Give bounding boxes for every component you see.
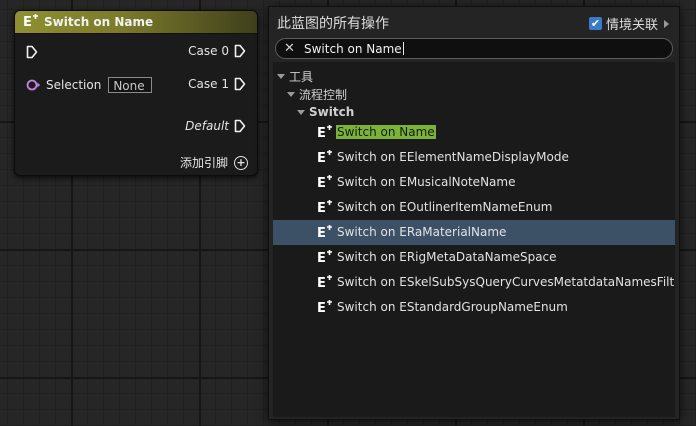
switch-enum-icon: E [317, 200, 333, 217]
list-item[interactable]: E Switch on ESkelSubSysQueryCurvesMetatd… [273, 270, 675, 295]
exec-pin-icon [234, 44, 246, 58]
category-tools[interactable]: 工具 [277, 67, 313, 85]
switch-enum-icon: E [317, 125, 333, 142]
svg-text:E: E [317, 126, 326, 139]
add-circle-icon: + [234, 155, 248, 170]
case-0-label: Case 0 [188, 44, 229, 58]
svg-text:E: E [23, 15, 32, 28]
exec-pin-icon [234, 119, 246, 133]
svg-text:E: E [317, 176, 326, 189]
add-pin-label: 添加引脚 [179, 156, 228, 170]
category-label: 流程控制 [299, 87, 348, 102]
text-caret [402, 42, 404, 55]
node-title: Switch on Name [44, 15, 154, 29]
item-label: Switch on ERigMetaDataNameSpace [337, 250, 557, 264]
list-item[interactable]: E Switch on Name [273, 120, 675, 145]
search-text[interactable]: Switch on Name [304, 42, 402, 56]
context-label: 情境关联 [605, 18, 658, 33]
switch-enum-icon: E [317, 250, 333, 267]
exec-pin-icon [234, 77, 246, 91]
list-item[interactable]: E Switch on EStandardGroupNameEnum [273, 295, 675, 320]
list-item[interactable]: E Switch on ERigMetaDataNameSpace [273, 245, 675, 270]
switch-enum-icon: E [317, 275, 333, 292]
item-label: Switch on ERaMaterialName [337, 225, 507, 239]
selection-pin[interactable]: Selection None [26, 77, 153, 93]
svg-text:E: E [317, 276, 326, 289]
switch-enum-icon: E [317, 225, 333, 242]
category-switch[interactable]: Switch [297, 103, 354, 121]
collapse-arrow-icon[interactable] [297, 109, 305, 115]
context-sensitive-toggle[interactable]: ✔ 情境关联 [588, 14, 669, 33]
case-1-pin[interactable]: Case 1 [188, 77, 246, 91]
switch-enum-icon: E [317, 150, 333, 167]
default-pin[interactable]: Default [185, 119, 246, 133]
category-flow-control[interactable]: 流程控制 [287, 85, 347, 103]
switch-enum-icon: E [317, 175, 333, 192]
item-label: Switch on Name [336, 125, 436, 139]
default-label: Default [185, 119, 229, 133]
switch-enum-icon: E [317, 300, 333, 317]
selection-label: Selection [46, 78, 102, 92]
list-item[interactable]: E Switch on EMusicalNoteName [273, 170, 675, 195]
item-label: Switch on EElementNameDisplayMode [337, 150, 569, 164]
action-menu-panel: 此蓝图的所有操作 ✔ 情境关联 ✕ Switch on Name 工具 流程控制… [268, 6, 680, 420]
item-label: Switch on EOutlinerItemNameEnum [337, 200, 553, 214]
checkmark-icon: ✔ [590, 17, 601, 30]
expand-arrow-icon[interactable] [664, 19, 669, 28]
svg-text:E: E [317, 151, 326, 164]
svg-text:E: E [317, 301, 326, 314]
node-header[interactable]: E Switch on Name [15, 11, 257, 34]
selection-value-input[interactable]: None [108, 77, 153, 93]
item-label: Switch on EMusicalNoteName [337, 175, 516, 189]
context-checkbox[interactable]: ✔ [588, 17, 602, 30]
collapse-arrow-icon[interactable] [277, 73, 285, 79]
category-label: 工具 [289, 69, 314, 84]
list-item[interactable]: E Switch on EOutlinerItemNameEnum [273, 195, 675, 220]
action-list[interactable]: 工具 流程控制 Switch E Switch on Name E Switch… [273, 62, 675, 417]
case-0-pin[interactable]: Case 0 [188, 44, 246, 58]
switch-node-icon: E [23, 13, 39, 31]
search-input[interactable]: ✕ Switch on Name [275, 38, 673, 59]
list-item-selected[interactable]: E Switch on ERaMaterialName [273, 220, 675, 245]
category-label: Switch [309, 105, 355, 119]
exec-pin-icon [26, 45, 38, 59]
panel-title: 此蓝图的所有操作 [277, 16, 389, 32]
name-pin-icon [26, 79, 40, 91]
collapse-arrow-icon[interactable] [287, 91, 295, 97]
clear-search-icon[interactable]: ✕ [284, 41, 296, 56]
switch-on-name-node[interactable]: E Switch on Name Case 0 Selection None C… [14, 10, 258, 176]
exec-input-pin[interactable] [26, 45, 38, 59]
add-pin-button[interactable]: 添加引脚 + [180, 154, 248, 171]
item-label: Switch on EStandardGroupNameEnum [337, 300, 568, 314]
svg-text:E: E [317, 201, 326, 214]
case-1-label: Case 1 [188, 77, 229, 91]
item-label: Switch on ESkelSubSysQueryCurvesMetatdat… [337, 275, 675, 289]
list-item[interactable]: E Switch on EElementNameDisplayMode [273, 145, 675, 170]
svg-text:E: E [317, 251, 326, 264]
svg-text:E: E [317, 226, 326, 239]
